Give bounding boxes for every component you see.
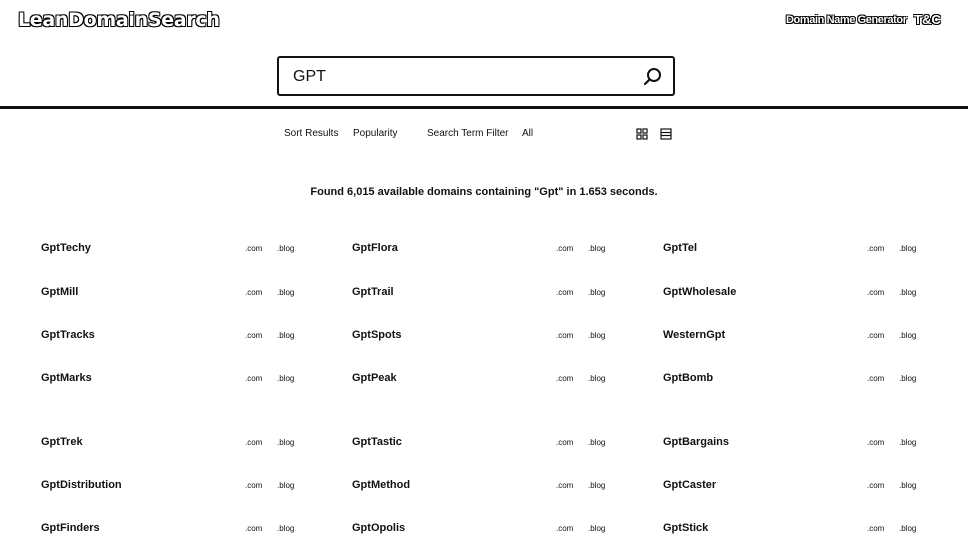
- domain-result: GptTracks .com .blog: [41, 329, 331, 345]
- domain-name-link[interactable]: GptDistribution: [41, 479, 122, 491]
- domain-result: GptCaster .com .blog: [663, 479, 953, 495]
- domain-name-link[interactable]: GptTrek: [41, 436, 83, 448]
- tld-link[interactable]: .blog: [277, 331, 294, 340]
- domain-result: GptFinders .com .blog: [41, 522, 331, 538]
- domain-result: WesternGpt .com .blog: [663, 329, 953, 345]
- tld-link[interactable]: .com: [556, 481, 573, 490]
- tld-link[interactable]: .com: [556, 374, 573, 383]
- tld-link[interactable]: .blog: [277, 438, 294, 447]
- tld-link[interactable]: .blog: [588, 288, 605, 297]
- domain-result: GptTrail .com .blog: [352, 286, 642, 302]
- domain-result: GptDistribution .com .blog: [41, 479, 331, 495]
- tld-link[interactable]: .com: [556, 331, 573, 340]
- tld-link[interactable]: .com: [867, 438, 884, 447]
- tld-link[interactable]: .blog: [899, 331, 916, 340]
- tld-link[interactable]: .blog: [588, 438, 605, 447]
- tld-link[interactable]: .blog: [588, 524, 605, 533]
- domain-result: GptMethod .com .blog: [352, 479, 642, 495]
- tld-link[interactable]: .blog: [899, 374, 916, 383]
- domain-name-link[interactable]: GptFlora: [352, 242, 398, 254]
- results-grid: GptTechy .com .blog GptFlora .com .blog GptTel…: [0, 0, 968, 550]
- domain-name-link[interactable]: GptFinders: [41, 522, 100, 534]
- domain-result: GptMarks .com .blog: [41, 372, 331, 388]
- tld-link[interactable]: .blog: [899, 244, 916, 253]
- tld-link[interactable]: .com: [867, 244, 884, 253]
- domain-result: GptTrek .com .blog: [41, 436, 331, 452]
- tld-link[interactable]: .com: [867, 524, 884, 533]
- domain-result: GptWholesale .com .blog: [663, 286, 953, 302]
- domain-result: GptFlora .com .blog: [352, 242, 642, 258]
- domain-result: GptOpolis .com .blog: [352, 522, 642, 538]
- domain-result: GptTel .com .blog: [663, 242, 953, 258]
- tld-link[interactable]: .blog: [588, 481, 605, 490]
- domain-name-link[interactable]: GptOpolis: [352, 522, 405, 534]
- domain-result: GptTechy .com .blog: [41, 242, 331, 258]
- tld-link[interactable]: .com: [245, 288, 262, 297]
- tld-link[interactable]: .com: [556, 438, 573, 447]
- tld-link[interactable]: .blog: [588, 331, 605, 340]
- domain-name-link[interactable]: GptBomb: [663, 372, 713, 384]
- domain-name-link[interactable]: GptTechy: [41, 242, 91, 254]
- tld-link[interactable]: .blog: [277, 481, 294, 490]
- domain-result: GptTastic .com .blog: [352, 436, 642, 452]
- domain-name-link[interactable]: GptBargains: [663, 436, 729, 448]
- domain-name-link[interactable]: GptSpots: [352, 329, 402, 341]
- domain-name-link[interactable]: GptTastic: [352, 436, 402, 448]
- tld-link[interactable]: .com: [245, 244, 262, 253]
- tld-link[interactable]: .com: [556, 524, 573, 533]
- domain-name-link[interactable]: GptMarks: [41, 372, 92, 384]
- domain-result: GptBargains .com .blog: [663, 436, 953, 452]
- domain-name-link[interactable]: GptMill: [41, 286, 78, 298]
- domain-name-link[interactable]: GptPeak: [352, 372, 397, 384]
- tld-link[interactable]: .blog: [899, 438, 916, 447]
- domain-result: GptMill .com .blog: [41, 286, 331, 302]
- tld-link[interactable]: .blog: [277, 288, 294, 297]
- domain-result: GptStick .com .blog: [663, 522, 953, 538]
- domain-name-link[interactable]: GptMethod: [352, 479, 410, 491]
- domain-name-link[interactable]: GptTrail: [352, 286, 394, 298]
- tld-link[interactable]: .com: [245, 374, 262, 383]
- tld-link[interactable]: .com: [245, 438, 262, 447]
- tld-link[interactable]: .com: [867, 331, 884, 340]
- tld-link[interactable]: .com: [867, 481, 884, 490]
- domain-result: GptSpots .com .blog: [352, 329, 642, 345]
- domain-name-link[interactable]: GptWholesale: [663, 286, 736, 298]
- domain-name-link[interactable]: GptStick: [663, 522, 708, 534]
- domain-result: GptBomb .com .blog: [663, 372, 953, 388]
- domain-result: GptPeak .com .blog: [352, 372, 642, 388]
- tld-link[interactable]: .com: [867, 374, 884, 383]
- domain-name-link[interactable]: WesternGpt: [663, 329, 725, 341]
- tld-link[interactable]: .blog: [588, 244, 605, 253]
- tld-link[interactable]: .blog: [899, 524, 916, 533]
- tld-link[interactable]: .com: [556, 244, 573, 253]
- tld-link[interactable]: .blog: [277, 244, 294, 253]
- domain-name-link[interactable]: GptTel: [663, 242, 697, 254]
- tld-link[interactable]: .com: [556, 288, 573, 297]
- tld-link[interactable]: .blog: [899, 288, 916, 297]
- tld-link[interactable]: .blog: [588, 374, 605, 383]
- tld-link[interactable]: .blog: [899, 481, 916, 490]
- tld-link[interactable]: .com: [867, 288, 884, 297]
- tld-link[interactable]: .com: [245, 331, 262, 340]
- domain-name-link[interactable]: GptTracks: [41, 329, 95, 341]
- tld-link[interactable]: .blog: [277, 374, 294, 383]
- domain-name-link[interactable]: GptCaster: [663, 479, 716, 491]
- tld-link[interactable]: .com: [245, 524, 262, 533]
- tld-link[interactable]: .blog: [277, 524, 294, 533]
- tld-link[interactable]: .com: [245, 481, 262, 490]
